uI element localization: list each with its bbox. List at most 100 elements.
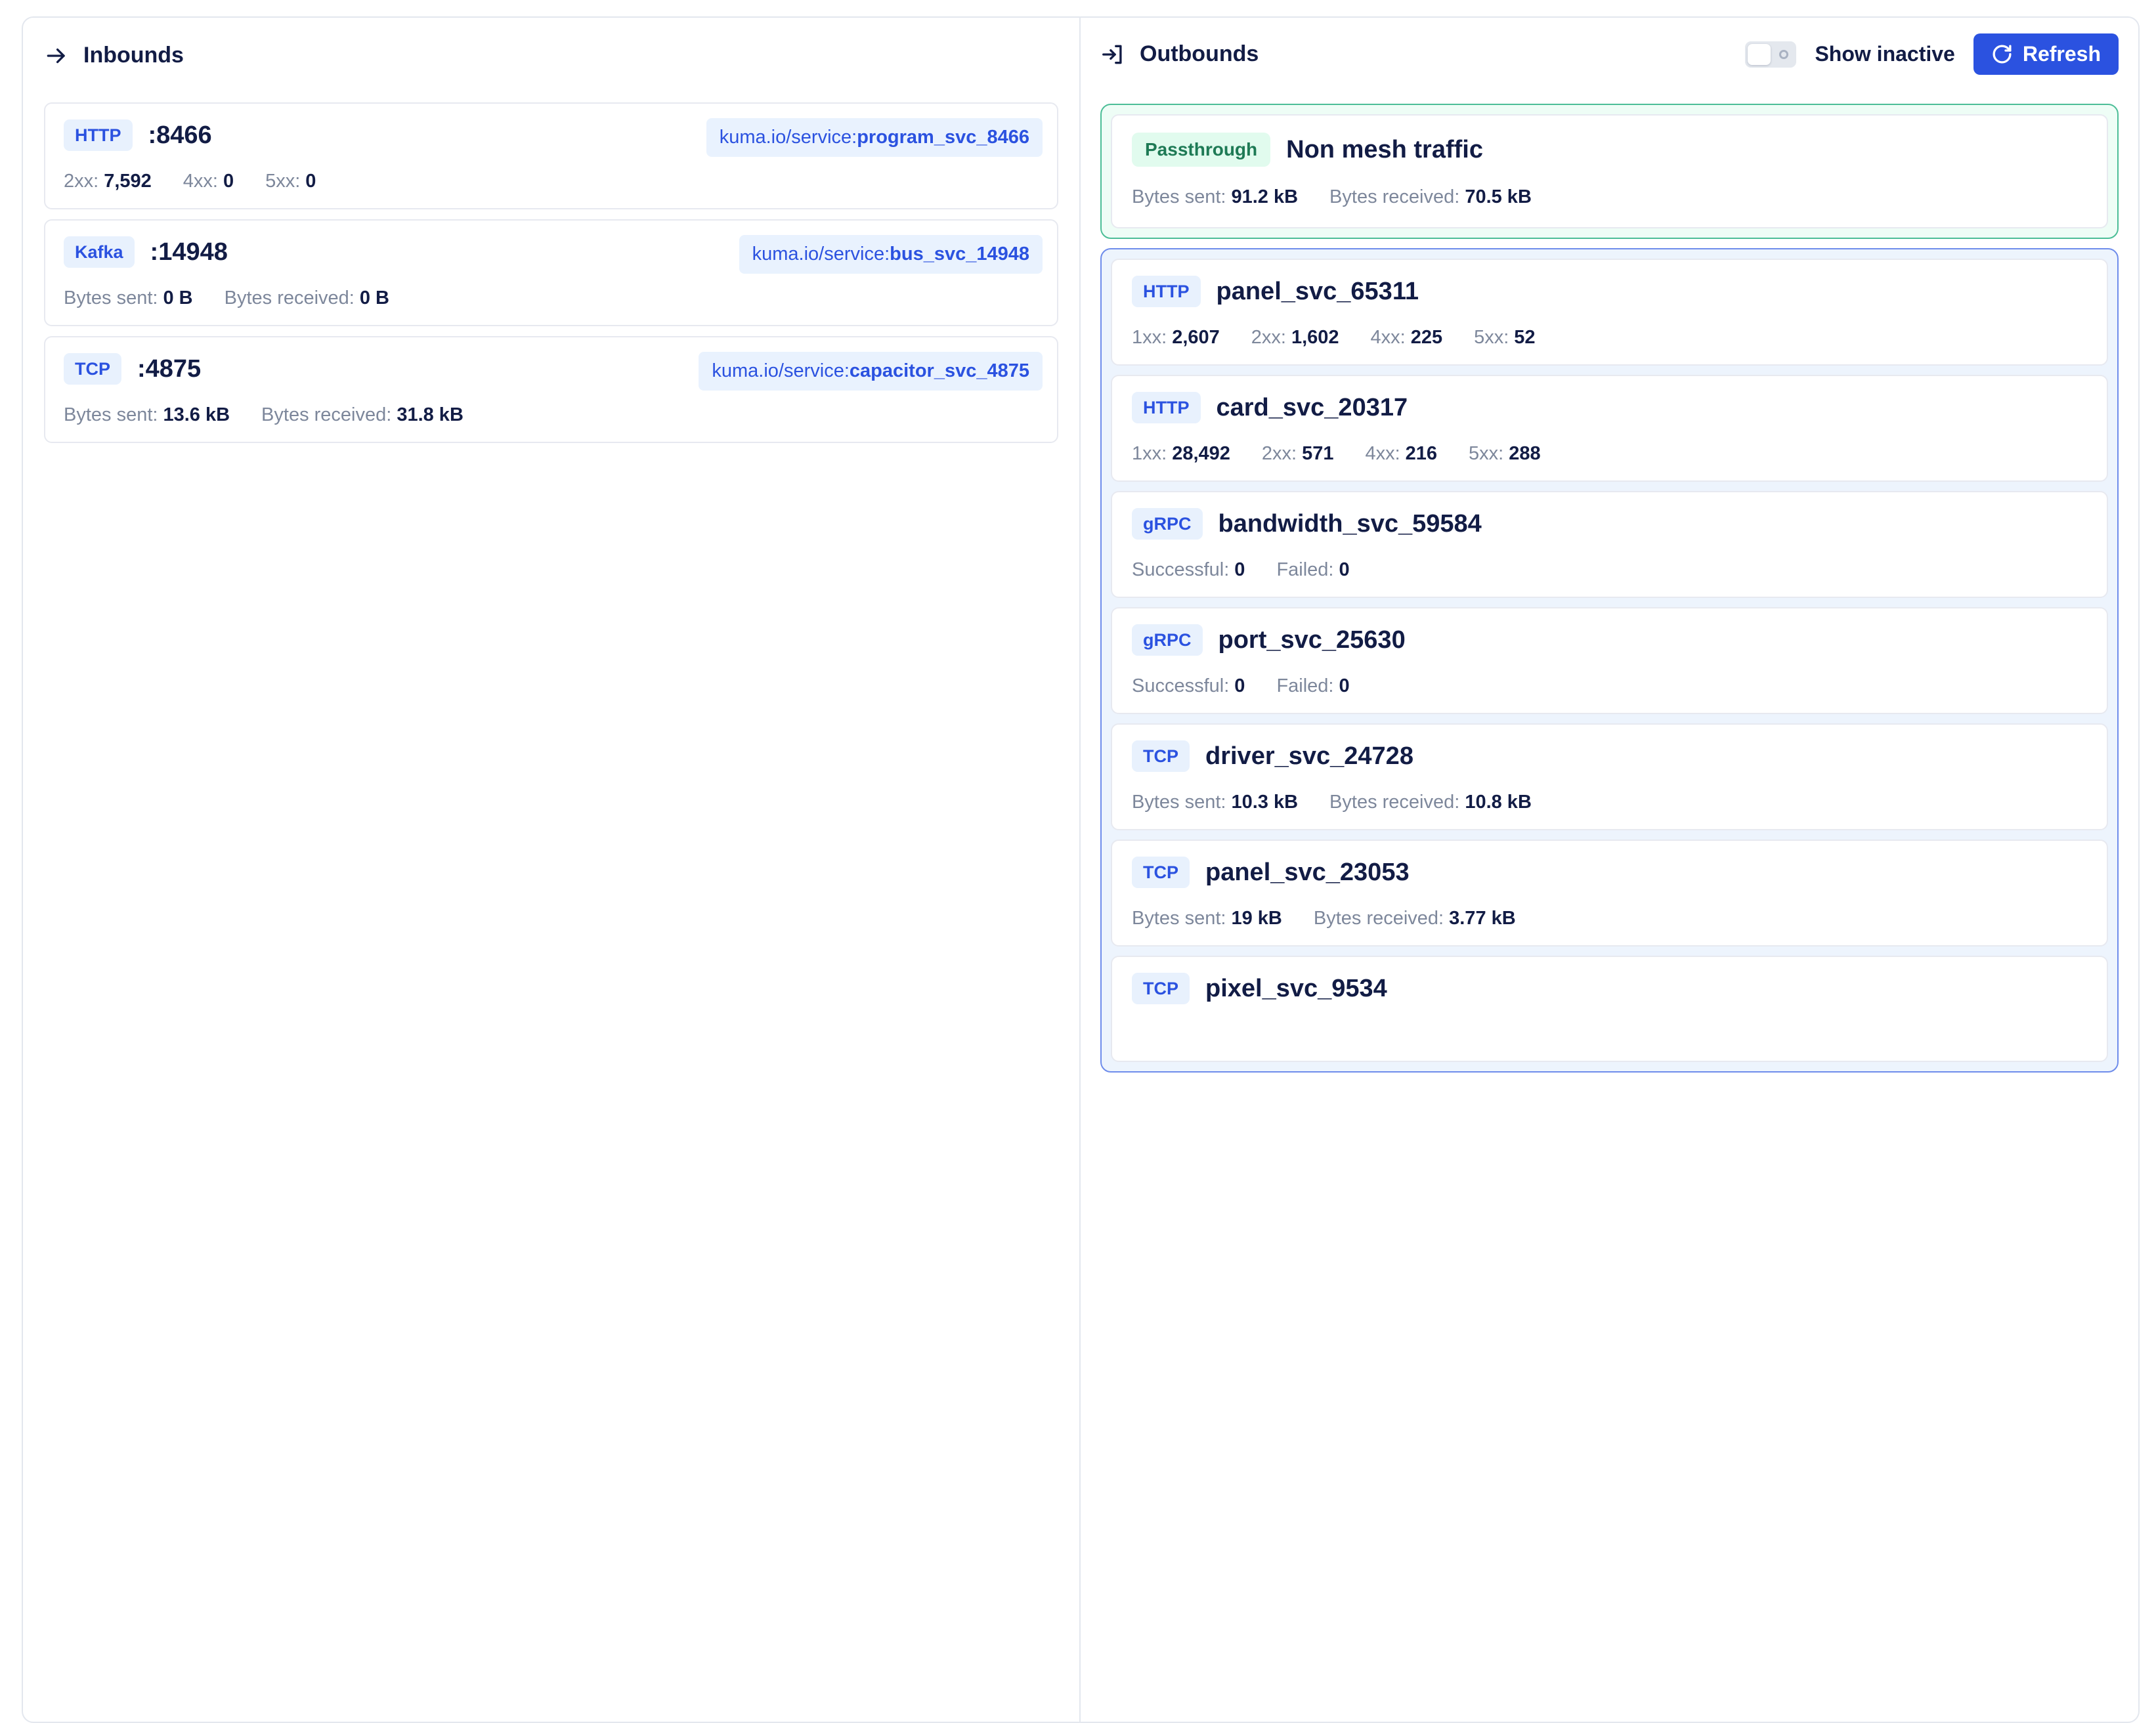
stat-value: 0 B (359, 287, 390, 308)
stat-label: 1xx: (1132, 327, 1167, 348)
refresh-label: Refresh (2022, 42, 2101, 66)
inbound-port: :14948 (150, 238, 228, 266)
service-tag-label: kuma.io/service: (719, 127, 857, 148)
stat-value: 13.6 kB (163, 404, 230, 425)
outbound-stats-row: Successful: 0 Failed: 0 (1132, 675, 2087, 697)
outbound-stats-row: Bytes sent: 10.3 kB Bytes received: 10.8 k… (1132, 792, 2087, 813)
stat: Bytes sent: 0 B (64, 287, 193, 309)
outbound-service-name: driver_svc_24728 (1205, 742, 1413, 770)
inbound-port: :4875 (137, 354, 202, 383)
inbound-port: :8466 (148, 121, 212, 149)
stat-value: 52 (1514, 327, 1536, 348)
stat-label: Failed: (1276, 675, 1334, 696)
outbound-card-top: gRPC bandwidth_svc_59584 (1132, 508, 2087, 540)
service-tag-label: kuma.io/service: (752, 244, 890, 265)
stat: 1xx: 2,607 (1132, 327, 1220, 349)
refresh-button[interactable]: Refresh (1973, 33, 2119, 75)
inbound-arrow-icon (44, 43, 69, 68)
protocol-badge: gRPC (1132, 508, 1203, 540)
stat-value: 1,602 (1291, 327, 1339, 348)
passthrough-card: Passthrough Non mesh traffic Bytes sent:… (1111, 114, 2108, 228)
stat-label: 4xx: (183, 171, 218, 192)
stat-label: 2xx: (1261, 443, 1297, 464)
inbound-stats-row: Bytes sent: 13.6 kB Bytes received: 31.8 k… (64, 404, 1039, 426)
service-tag-value: program_svc_8466 (857, 127, 1029, 148)
stat-value: 0 (1234, 559, 1245, 580)
stat: 2xx: 7,592 (64, 171, 152, 192)
stat-label: 4xx: (1370, 327, 1406, 348)
passthrough-container: Passthrough Non mesh traffic Bytes sent:… (1100, 104, 2119, 239)
stat-label: Failed: (1276, 559, 1334, 580)
stat-value: 2,607 (1172, 327, 1220, 348)
service-tag-value: bus_svc_14948 (890, 244, 1029, 265)
stat: 2xx: 1,602 (1251, 327, 1339, 349)
stat-value: 571 (1302, 443, 1334, 464)
inbound-card-top: TCP :4875 kuma.io/service:capacitor_svc_… (64, 352, 1043, 391)
stat-label: 2xx: (1251, 327, 1286, 348)
stat-label: Bytes received: (1329, 792, 1460, 813)
outbound-stats-row: 1xx: 2,607 2xx: 1,602 4xx: 225 5xx: 52 (1132, 327, 2087, 349)
service-tag-link[interactable]: kuma.io/service:program_svc_8466 (706, 118, 1043, 157)
stat-value: 70.5 kB (1465, 186, 1532, 207)
stat-value: 0 (1339, 559, 1350, 580)
outbound-card: HTTP panel_svc_65311 1xx: 2,607 2xx: 1,602… (1111, 259, 2108, 366)
inbound-stats-row: 2xx: 7,592 4xx: 0 5xx: 0 (64, 171, 1039, 192)
outbounds-controls: Show inactive Refresh (1745, 33, 2119, 75)
stat: Failed: 0 (1276, 675, 1349, 697)
protocol-badge: TCP (1132, 857, 1190, 888)
stat-value: 91.2 kB (1231, 186, 1299, 207)
inbound-stats-row: Bytes sent: 0 B Bytes received: 0 B (64, 287, 1039, 309)
stat: 4xx: 0 (183, 171, 234, 192)
outbound-stats-row: Successful: 0 Failed: 0 (1132, 559, 2087, 581)
inbounds-list: HTTP :8466 kuma.io/service:program_svc_8… (44, 102, 1058, 443)
stat-value: 28,492 (1172, 443, 1230, 464)
outbound-arrow-icon (1100, 42, 1125, 67)
stat-value: 288 (1509, 443, 1541, 464)
service-tag-link[interactable]: kuma.io/service:capacitor_svc_4875 (699, 352, 1043, 391)
toggle-off-dot (1779, 49, 1789, 59)
passthrough-badge: Passthrough (1132, 133, 1271, 167)
stat: Successful: 0 (1132, 559, 1245, 581)
outbound-service-name: card_svc_20317 (1216, 393, 1408, 421)
outbound-card: TCP pixel_svc_9534 (1111, 956, 2108, 1062)
stat: 5xx: 52 (1474, 327, 1535, 349)
protocol-badge: HTTP (1132, 276, 1201, 307)
show-inactive-toggle[interactable] (1745, 41, 1797, 68)
stat-label: Successful: (1132, 559, 1230, 580)
stat-label: 2xx: (64, 171, 99, 192)
refresh-icon (1991, 43, 2013, 65)
stat-value: 225 (1410, 327, 1443, 348)
service-tag-label: kuma.io/service: (712, 360, 850, 381)
outbound-stats-row: 1xx: 28,492 2xx: 571 4xx: 216 5xx: 288 (1132, 443, 2087, 465)
outbound-service-name: pixel_svc_9534 (1205, 974, 1387, 1002)
outbound-card: HTTP card_svc_20317 1xx: 28,492 2xx: 571 4… (1111, 375, 2108, 482)
outbound-card-top: HTTP panel_svc_65311 (1132, 276, 2087, 307)
stat: Bytes received: 70.5 kB (1329, 186, 1532, 208)
stat: 5xx: 0 (265, 171, 316, 192)
stat-label: 5xx: (1469, 443, 1504, 464)
stat: Bytes sent: 19 kB (1132, 908, 1282, 929)
stat: 4xx: 225 (1371, 327, 1443, 349)
outbound-card-top: TCP pixel_svc_9534 (1132, 973, 2087, 1004)
stat: 2xx: 571 (1262, 443, 1334, 465)
passthrough-stats-row: Bytes sent: 91.2 kB Bytes received: 70.5 k… (1132, 186, 2087, 208)
stat-label: Bytes sent: (64, 404, 158, 425)
stat-label: 5xx: (1474, 327, 1509, 348)
stat-value: 0 (1234, 675, 1245, 696)
stat-label: Bytes received: (224, 287, 355, 308)
toggle-knob (1748, 43, 1771, 65)
passthrough-title: Non mesh traffic (1286, 135, 1483, 163)
stat: Bytes sent: 91.2 kB (1132, 186, 1298, 208)
stat-label: 1xx: (1132, 443, 1167, 464)
outbound-card: TCP panel_svc_23053 Bytes sent: 19 kB Byt… (1111, 840, 2108, 947)
stat: 4xx: 216 (1365, 443, 1437, 465)
service-tag-link[interactable]: kuma.io/service:bus_svc_14948 (739, 235, 1043, 274)
outbound-card: gRPC port_svc_25630 Successful: 0 Failed:… (1111, 607, 2108, 714)
inbound-card-top: HTTP :8466 kuma.io/service:program_svc_8… (64, 118, 1043, 157)
stat-label: Bytes sent: (1132, 792, 1226, 813)
outbounds-list: HTTP panel_svc_65311 1xx: 2,607 2xx: 1,602… (1100, 248, 2119, 1073)
outbound-service-name: panel_svc_23053 (1205, 858, 1410, 886)
stat: Bytes received: 0 B (225, 287, 389, 309)
stat-value: 10.3 kB (1231, 792, 1299, 813)
service-tag-value: capacitor_svc_4875 (849, 360, 1029, 381)
